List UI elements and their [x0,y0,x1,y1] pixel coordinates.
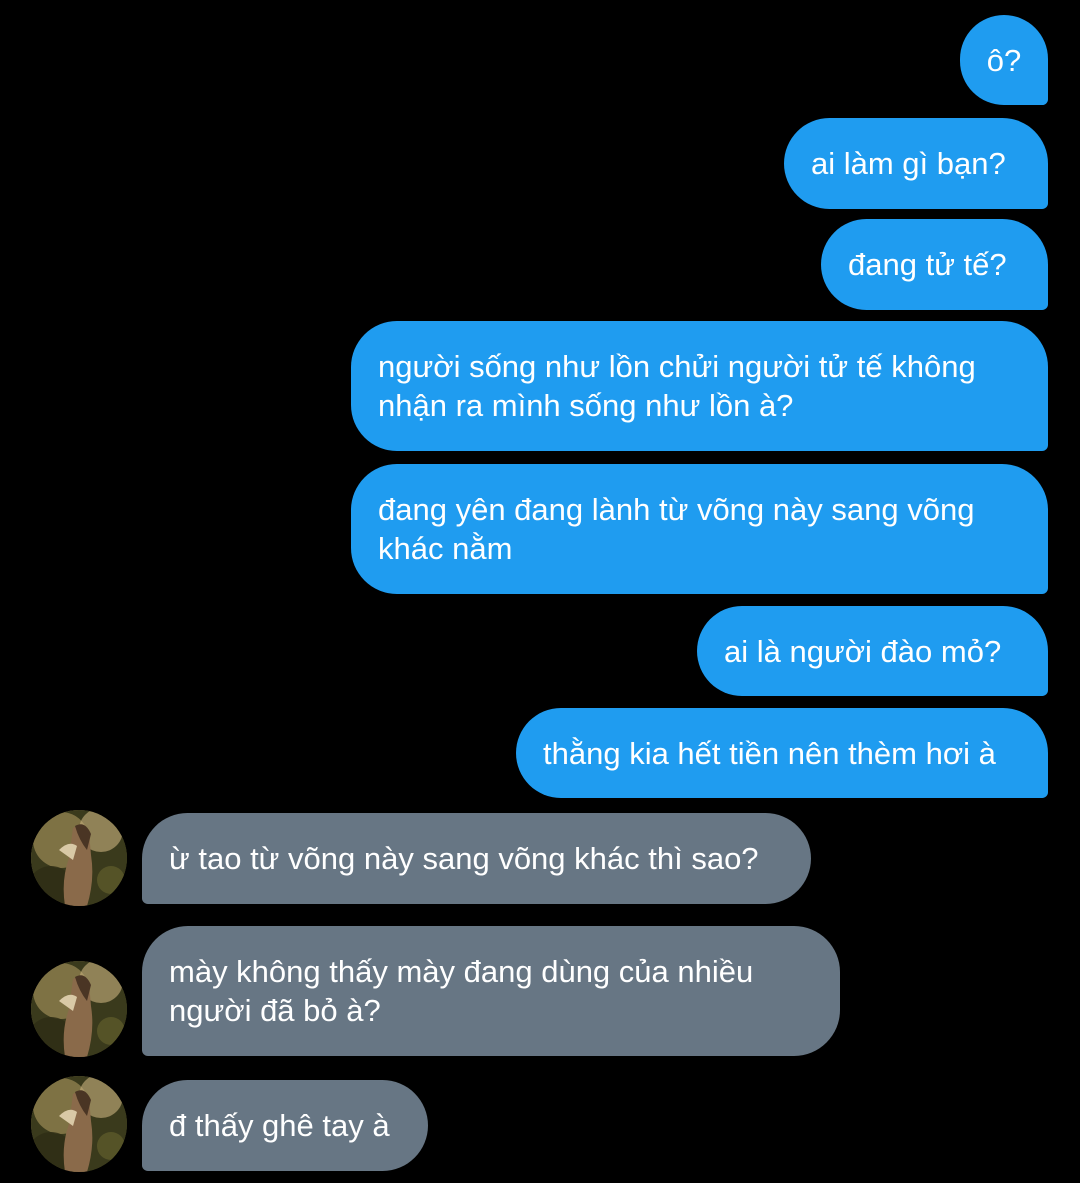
sent-message[interactable]: thằng kia hết tiền nên thèm hơi à [516,708,1048,798]
message-text: ai là người đào mỏ? [724,633,1002,669]
sent-message[interactable]: ai làm gì bạn? [784,118,1048,209]
message-text: người sống như lồn chửi người tử tế khôn… [378,349,976,423]
message-text: đ thấy ghê tay à [169,1108,390,1143]
sent-message[interactable]: đang tử tế? [821,219,1048,310]
received-message[interactable]: ừ tao từ võng này sang võng khác thì sao… [142,813,811,904]
chat-thread: ô? ai làm gì bạn? đang tử tế? người sống… [0,0,1080,1183]
message-text: ai làm gì bạn? [811,146,1006,181]
received-message[interactable]: đ thấy ghê tay à [142,1080,428,1171]
contact-avatar-icon[interactable] [31,961,127,1057]
message-text: ừ tao từ võng này sang võng khác thì sao… [169,841,759,876]
message-text: mày không thấy mày đang dùng của nhiều n… [169,954,754,1028]
sent-message[interactable]: người sống như lồn chửi người tử tế khôn… [351,321,1048,451]
message-text: ô? [986,42,1022,78]
contact-avatar-icon[interactable] [31,810,127,906]
sent-message[interactable]: đang yên đang lành từ võng này sang võng… [351,464,1048,594]
message-text: đang yên đang lành từ võng này sang võng… [378,492,975,566]
contact-avatar-icon[interactable] [31,1076,127,1172]
sent-message[interactable]: ô? [960,15,1048,105]
received-message[interactable]: mày không thấy mày đang dùng của nhiều n… [142,926,840,1056]
sent-message[interactable]: ai là người đào mỏ? [697,606,1048,696]
message-text: thằng kia hết tiền nên thèm hơi à [543,735,996,771]
message-text: đang tử tế? [848,247,1007,282]
